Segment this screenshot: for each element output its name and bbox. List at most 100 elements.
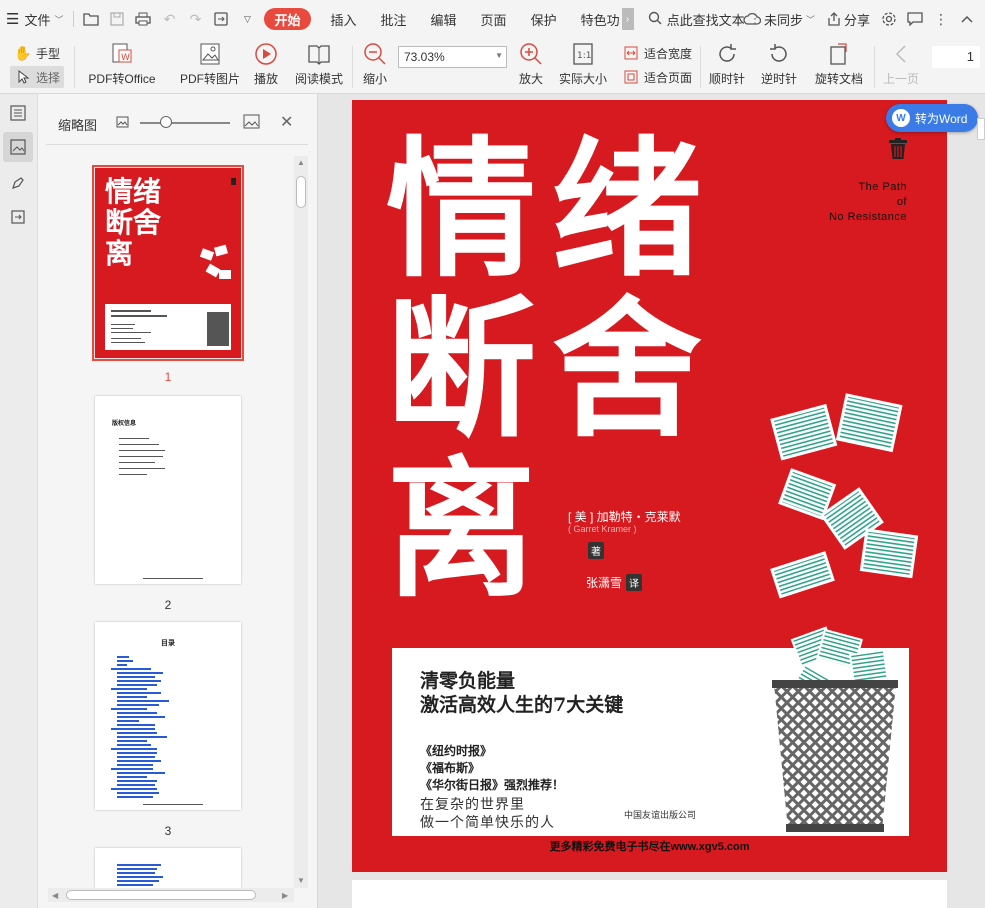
thumbnail-page-2[interactable]: 版权信息 — [95, 396, 241, 584]
tab-scroll-right-icon[interactable]: › — [621, 8, 634, 30]
settings-icon[interactable] — [879, 9, 899, 29]
to-word-button[interactable]: W 转为Word — [886, 104, 978, 132]
rotate-doc-icon — [827, 42, 851, 66]
pdf-to-office-label: PDF转Office — [88, 72, 156, 86]
scroll-right-icon[interactable]: ▶ — [282, 891, 288, 900]
toc-line — [117, 720, 139, 722]
text-line — [111, 310, 151, 312]
open-folder-icon[interactable] — [81, 9, 101, 29]
thumb1-line: 离 — [105, 237, 134, 270]
zoom-out-label: 缩小 — [362, 72, 387, 86]
thumbnail-page-3[interactable]: 目录 — [95, 622, 241, 810]
file-menu[interactable]: ☰ 文件 ﹀ — [0, 0, 69, 38]
english-title-line: The Path — [858, 181, 907, 193]
page-number-input[interactable]: 1 — [932, 46, 980, 68]
tab-edit[interactable]: 编辑 — [419, 0, 469, 38]
scroll-down-icon[interactable]: ▼ — [297, 876, 305, 885]
divider — [700, 46, 701, 88]
scrollbar-thumb[interactable] — [296, 176, 306, 208]
scroll-up-icon[interactable]: ▲ — [297, 158, 305, 167]
dropdown-icon[interactable]: ▽ — [237, 9, 257, 29]
rotate-doc-button[interactable]: 旋转文档 — [812, 42, 866, 87]
zoom-in-button[interactable]: 放大 — [516, 42, 546, 87]
tab-features[interactable]: 特色功 — [569, 0, 622, 38]
thumbnail-icon[interactable] — [3, 132, 33, 162]
more-options-icon[interactable]: ⋮ — [931, 9, 951, 29]
zoom-out-button[interactable]: 缩小 — [360, 42, 390, 87]
tab-home[interactable]: 开始 — [264, 8, 311, 30]
close-icon[interactable]: ✕ — [280, 112, 293, 132]
actual-size-button[interactable]: 1:1 实际大小 — [558, 42, 608, 87]
play-button[interactable]: 播放 — [252, 42, 280, 87]
fit-page-icon — [622, 68, 640, 86]
redo-icon[interactable]: ↷ — [185, 9, 205, 29]
text-line — [119, 450, 165, 451]
zoom-select[interactable]: 73.03% ▼ — [398, 46, 507, 68]
rotate-ccw-button[interactable]: 逆时针 — [760, 42, 798, 87]
sync-status[interactable]: 未同步 ﹀ — [737, 0, 821, 38]
actual-size-label: 实际大小 — [558, 72, 607, 86]
slogan-line-1: 清零负能量 — [420, 670, 516, 692]
pdf-to-office-button[interactable]: W PDF转Office — [86, 42, 158, 87]
pdf-to-image-button[interactable]: PDF转图片 — [180, 42, 240, 87]
actual-size-icon: 1:1 — [571, 42, 595, 66]
text-line — [143, 578, 203, 579]
convert-icon[interactable] — [211, 9, 231, 29]
side-panel-toggle[interactable] — [977, 118, 985, 140]
small-image-icon[interactable] — [116, 116, 129, 131]
thumbnail-horizontal-scrollbar[interactable]: ◀ ▶ — [48, 888, 294, 902]
annotation-icon[interactable] — [3, 168, 33, 198]
thumbnail-page-number: 1 — [164, 370, 172, 384]
text-line — [119, 456, 163, 457]
tab-comment[interactable]: 批注 — [369, 0, 419, 38]
fit-page-button[interactable]: 适合页面 — [622, 68, 692, 86]
toc-line — [117, 712, 157, 714]
thumbnail-page-4[interactable] — [95, 848, 241, 888]
rotate-cw-label: 顺时针 — [708, 72, 745, 86]
slider-knob[interactable] — [160, 116, 172, 128]
collapse-ribbon-icon[interactable] — [957, 9, 977, 29]
tab-page[interactable]: 页面 — [469, 0, 519, 38]
select-tool[interactable]: 选择 — [10, 66, 65, 88]
print-icon[interactable] — [133, 9, 153, 29]
footer-advertisement: 更多精彩免费电子书尽在www.xgv5.com — [549, 841, 750, 853]
thumbnail-vertical-scrollbar[interactable]: ▲ ▼ — [294, 156, 308, 888]
file-menu-label: 文件 — [24, 12, 51, 28]
chevron-down-icon: ﹀ — [54, 14, 64, 25]
fit-width-button[interactable]: 适合宽度 — [622, 44, 692, 62]
scrollbar-thumb[interactable] — [66, 890, 256, 900]
trash-bin-illustration — [770, 620, 900, 838]
text-line — [119, 444, 159, 445]
author-role: 著 — [588, 542, 604, 559]
english-title: The Path of No Resistance — [829, 180, 907, 225]
thumbnail-size-slider[interactable] — [140, 122, 230, 124]
undo-icon[interactable]: ↶ — [159, 9, 179, 29]
paper-scraps-icon — [197, 244, 233, 296]
rotate-doc-label: 旋转文档 — [814, 72, 863, 86]
document-view[interactable]: 情 绪 断 舍 离 The Path of No Resistance [美 … — [318, 94, 985, 908]
hand-tool[interactable]: ✋ 手型 — [14, 44, 60, 62]
text-line — [119, 468, 165, 469]
thumb2-title: 版权信息 — [112, 421, 137, 427]
outline-icon[interactable] — [3, 98, 33, 128]
save-icon[interactable] — [107, 9, 127, 29]
toc-line — [117, 772, 165, 774]
read-mode-button[interactable]: 阅读模式 — [294, 42, 344, 87]
cover-title-char: 绪 — [552, 124, 703, 298]
thumbnail-page-1[interactable]: 情绪 断舍 离 — [92, 165, 244, 361]
translator-role: 译 — [626, 574, 643, 591]
tab-insert[interactable]: 插入 — [319, 0, 369, 38]
toc-line — [111, 688, 147, 690]
zoom-out-icon — [363, 42, 387, 66]
slogan-line-2: 激活高效人生的7大关键 — [420, 694, 624, 716]
comment-icon[interactable] — [905, 9, 925, 29]
bookmark-icon[interactable] — [3, 202, 33, 232]
scroll-left-icon[interactable]: ◀ — [52, 891, 58, 900]
toc-line — [111, 668, 151, 670]
rotate-cw-button[interactable]: 顺时针 — [708, 42, 746, 87]
tab-protect[interactable]: 保护 — [519, 0, 569, 38]
large-image-icon[interactable] — [243, 114, 260, 132]
share-button[interactable]: 分享 — [821, 0, 876, 38]
divider — [46, 144, 308, 145]
prev-page-button[interactable]: 上一页 — [882, 42, 920, 87]
